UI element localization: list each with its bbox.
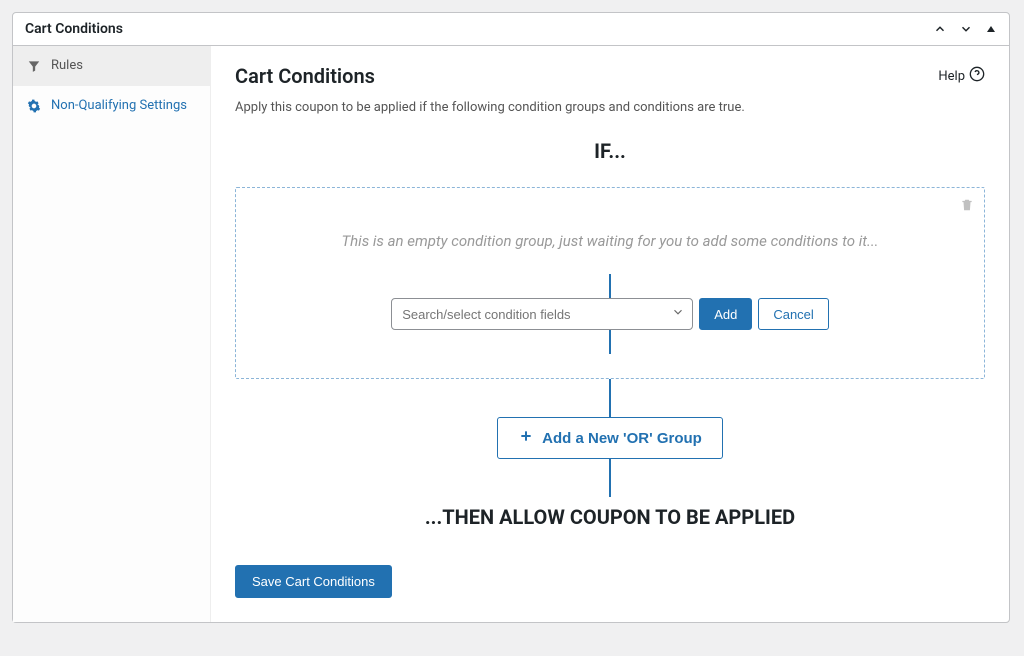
- then-heading: ...THEN ALLOW COUPON TO BE APPLIED: [235, 505, 985, 529]
- sidebar-item-label: Rules: [51, 56, 83, 76]
- condition-select-wrapper: [391, 298, 693, 330]
- sidebar-item-label: Non-Qualifying Settings: [51, 96, 187, 116]
- help-label: Help: [938, 69, 965, 84]
- description-text: Apply this coupon to be applied if the f…: [235, 100, 985, 115]
- triangle-up-icon[interactable]: [985, 23, 997, 35]
- help-link[interactable]: Help: [938, 66, 985, 86]
- sidebar-item-non-qualifying-settings[interactable]: Non-Qualifying Settings: [13, 86, 210, 126]
- chevron-down-icon[interactable]: [959, 22, 973, 36]
- chevron-up-icon[interactable]: [933, 22, 947, 36]
- panel-body: Rules Non-Qualifying Settings Cart Condi…: [13, 46, 1009, 622]
- main-content: Cart Conditions Help Apply this coupon t…: [211, 46, 1009, 622]
- cancel-button[interactable]: Cancel: [758, 298, 828, 330]
- add-or-group-label: Add a New 'OR' Group: [542, 430, 702, 447]
- help-icon: [969, 66, 985, 86]
- main-title: Cart Conditions: [235, 64, 375, 88]
- sidebar: Rules Non-Qualifying Settings: [13, 46, 211, 622]
- connector-line: [609, 330, 611, 354]
- main-header: Cart Conditions Help: [235, 64, 985, 88]
- filter-icon: [27, 59, 41, 73]
- condition-controls: Add Cancel: [260, 298, 960, 330]
- gear-icon: [27, 99, 41, 113]
- empty-group-text: This is an empty condition group, just w…: [260, 232, 960, 250]
- connector-line: [609, 459, 611, 497]
- if-heading: IF...: [235, 139, 985, 163]
- panel-controls: [933, 22, 997, 36]
- panel-header: Cart Conditions: [13, 13, 1009, 46]
- condition-field-select[interactable]: [391, 298, 693, 330]
- connector-line: [609, 379, 611, 417]
- plus-icon: [518, 428, 534, 448]
- add-button[interactable]: Add: [699, 298, 752, 330]
- trash-icon[interactable]: [960, 198, 974, 216]
- sidebar-item-rules[interactable]: Rules: [13, 46, 210, 86]
- condition-group: This is an empty condition group, just w…: [235, 187, 985, 379]
- panel-title: Cart Conditions: [25, 21, 123, 37]
- add-or-group-button[interactable]: Add a New 'OR' Group: [497, 417, 723, 459]
- cart-conditions-panel: Cart Conditions Rules: [12, 12, 1010, 623]
- connector-line: [609, 274, 611, 298]
- save-button[interactable]: Save Cart Conditions: [235, 565, 392, 598]
